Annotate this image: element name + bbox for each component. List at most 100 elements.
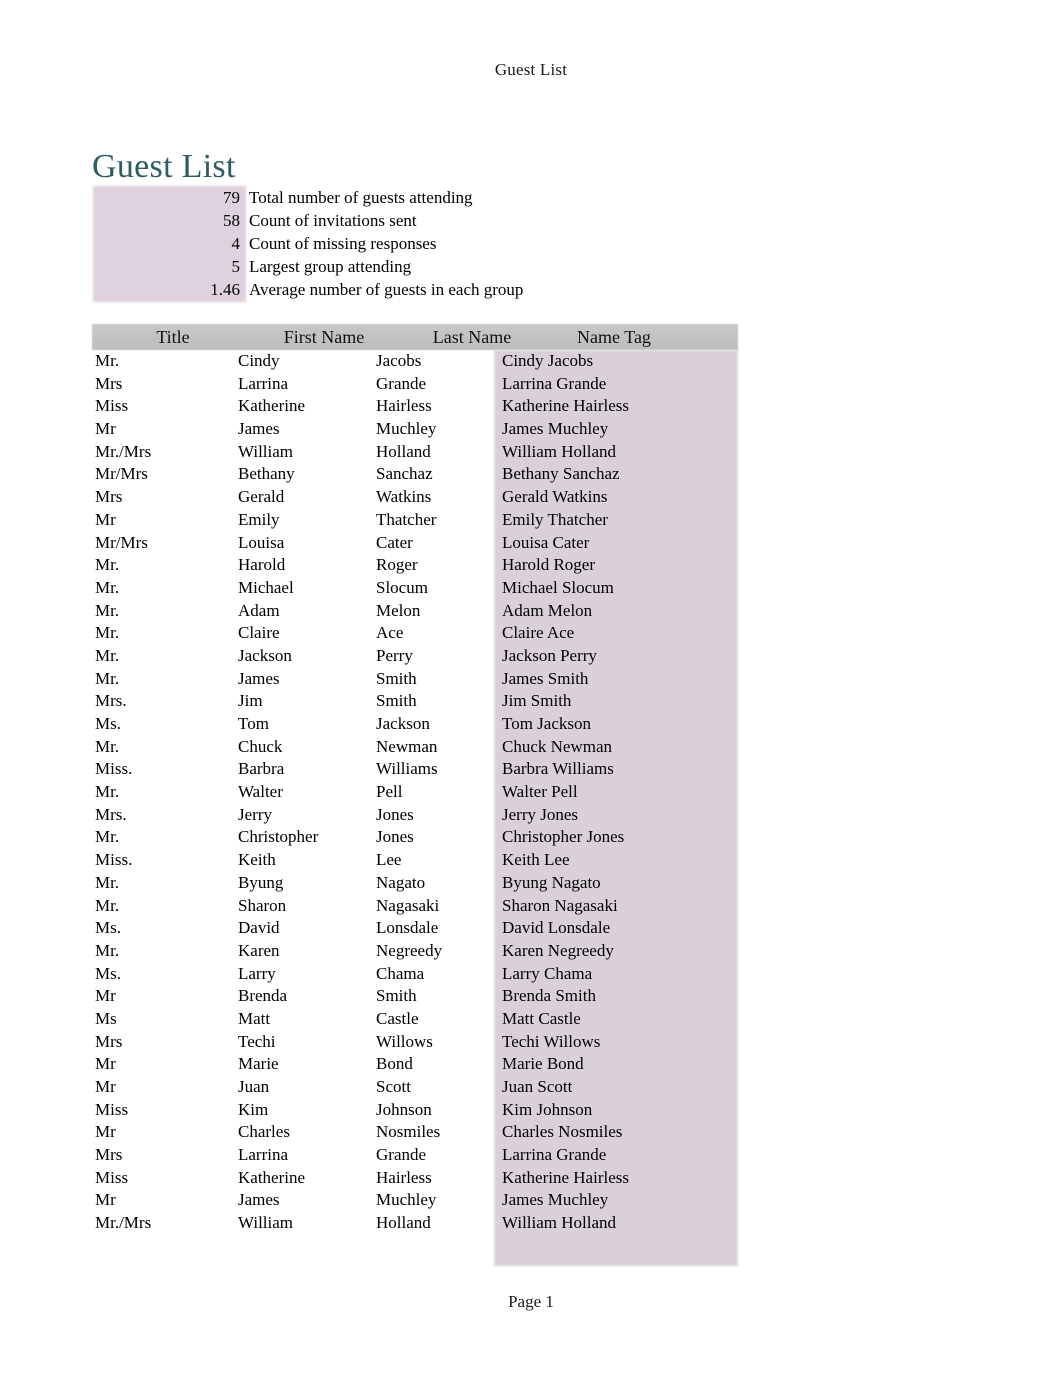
cell-nametag: Kim Johnson (502, 1099, 593, 1119)
column-header-first[interactable]: First Name (254, 324, 394, 350)
table-row[interactable]: Mr. Cindy Jacobs Cindy Jacobs (92, 350, 738, 373)
table-row[interactable]: Mr. Byung Nagato Byung Nagato (92, 872, 738, 895)
cell-last: Jackson (376, 714, 430, 733)
table-row[interactable]: Mr. Karen Negreedy Karen Negreedy (92, 940, 738, 963)
table-row[interactable]: Mr Emily Thatcher Emily Thatcher (92, 509, 738, 532)
cell-nametag: Charles Nosmiles (502, 1122, 623, 1142)
cell-last: Johnson (376, 1099, 432, 1119)
cell-last: Newman (376, 736, 438, 756)
cell-first: William (238, 1213, 294, 1233)
table-row[interactable]: Mr. Adam Melon Adam Melon (92, 600, 738, 623)
cell-first: Byung (238, 872, 284, 892)
table-row[interactable]: Mr./Mrs William Holland William Holland (92, 1212, 738, 1235)
running-header: Guest List (494, 60, 568, 79)
table-row[interactable]: Mrs Larrina Grande Larrina Grande (92, 373, 738, 396)
summary-row: 5 Largest group attending (93, 255, 741, 278)
document-page: Guest List Guest List 79 Total number of … (0, 0, 1062, 1377)
table-row[interactable]: Miss Kim Johnson Kim Johnson (92, 1099, 738, 1122)
table-row[interactable]: Miss. Barbra Williams Barbra Williams (92, 758, 738, 781)
summary-row: 79 Total number of guests attending (93, 186, 741, 209)
cell-nametag: Harold Roger (502, 555, 596, 575)
table-row[interactable]: Mrs. Jim Smith Jim Smith (92, 690, 738, 713)
cell-title: Mrs (95, 1031, 123, 1051)
cell-title: Mr (95, 509, 116, 529)
cell-nametag: Adam Melon (502, 600, 593, 620)
summary-value: 5 (231, 257, 241, 276)
cell-first: Keith (238, 850, 276, 870)
table-row[interactable]: Ms. Tom Jackson Tom Jackson (92, 713, 738, 736)
cell-title: Mrs (95, 373, 123, 393)
cell-nametag: Juan Scott (502, 1077, 573, 1096)
table-row[interactable]: Mrs Techi Willows Techi Willows (92, 1031, 738, 1054)
cell-last: Thatcher (376, 509, 437, 529)
table-row[interactable]: Ms. David Lonsdale David Lonsdale (92, 917, 738, 940)
cell-nametag: Katherine Hairless (502, 1167, 629, 1187)
table-row[interactable]: Mrs Larrina Grande Larrina Grande (92, 1144, 738, 1167)
cell-first: James (238, 668, 280, 688)
cell-first: Cindy (238, 351, 280, 370)
cell-last: Lonsdale (376, 918, 439, 938)
cell-last: Muchley (376, 1190, 437, 1210)
column-header-title[interactable]: Title (100, 324, 246, 350)
table-row[interactable]: Mr. Sharon Nagasaki Sharon Nagasaki (92, 895, 738, 918)
table-row[interactable]: Mr Marie Bond Marie Bond (92, 1053, 738, 1076)
cell-title: Mr. (95, 668, 120, 688)
cell-title: Mr. (95, 872, 120, 892)
cell-title: Mr (95, 419, 116, 439)
table-row[interactable]: Mr. Michael Slocum Michael Slocum (92, 577, 738, 600)
summary-row: 1.46 Average number of guests in each gro… (93, 278, 741, 301)
summary-label: Count of missing responses (249, 234, 437, 253)
table-row[interactable]: Miss Katherine Hairless Katherine Hairless (92, 1167, 738, 1190)
table-row[interactable]: Ms Matt Castle Matt Castle (92, 1008, 738, 1031)
cell-title: Mr (95, 1122, 116, 1142)
cell-title: Ms. (95, 963, 121, 983)
table-row[interactable]: Mr Charles Nosmiles Charles Nosmiles (92, 1121, 738, 1144)
cell-first: Jim (238, 691, 263, 711)
cell-nametag: Brenda Smith (502, 986, 596, 1006)
table-row[interactable]: Mrs Gerald Watkins Gerald Watkins (92, 486, 738, 509)
cell-first: Brenda (238, 986, 288, 1006)
table-row[interactable]: Mr. Chuck Newman Chuck Newman (92, 736, 738, 759)
table-row[interactable]: Mr. Jackson Perry Jackson Perry (92, 645, 738, 668)
summary-value: 58 (223, 211, 240, 230)
table-row[interactable]: Mr James Muchley James Muchley (92, 1189, 738, 1212)
table-row[interactable]: Mr. Walter Pell Walter Pell (92, 781, 738, 804)
cell-first: Katherine (238, 396, 306, 416)
cell-title: Mr (95, 1190, 116, 1210)
cell-title: Mr. (95, 577, 120, 597)
table-row[interactable]: Mr. James Smith James Smith (92, 668, 738, 691)
cell-nametag: Katherine Hairless (502, 396, 629, 416)
table-row[interactable]: Ms. Larry Chama Larry Chama (92, 963, 738, 986)
table-row[interactable]: Mr. Harold Roger Harold Roger (92, 554, 738, 577)
table-row[interactable]: Mrs. Jerry Jones Jerry Jones (92, 804, 738, 827)
cell-last: Bond (376, 1054, 413, 1074)
cell-title: Ms. (95, 918, 121, 938)
table-row[interactable]: Mr/Mrs Bethany Sanchaz Bethany Sanchaz (92, 463, 738, 486)
table-row[interactable]: Mr Brenda Smith Brenda Smith (92, 985, 738, 1008)
cell-first: James (238, 1190, 280, 1210)
cell-first: Louisa (238, 532, 285, 552)
cell-first: Jerry (238, 804, 272, 824)
cell-last: Smith (376, 668, 417, 688)
cell-title: Mr (95, 1077, 116, 1096)
table-row[interactable]: Mr/Mrs Louisa Cater Louisa Cater (92, 532, 738, 555)
table-row[interactable]: Mr James Muchley James Muchley (92, 418, 738, 441)
cell-title: Mr. (95, 895, 120, 915)
cell-nametag: Karen Negreedy (502, 940, 614, 960)
table-row[interactable]: Miss Katherine Hairless Katherine Hairless (92, 395, 738, 418)
table-row[interactable]: Miss. Keith Lee Keith Lee (92, 849, 738, 872)
cell-last: Grande (376, 1145, 427, 1165)
cell-last: Chama (376, 963, 425, 983)
table-row[interactable]: Mr Juan Scott Juan Scott (92, 1076, 738, 1099)
cell-last: Smith (376, 691, 417, 711)
table-row[interactable]: Mr./Mrs William Holland William Holland (92, 441, 738, 464)
cell-first: Barbra (238, 759, 285, 779)
table-row[interactable]: Mr. Christopher Jones Christopher Jones (92, 826, 738, 849)
cell-last: Hairless (376, 396, 432, 416)
cell-last: Muchley (376, 419, 437, 439)
cell-title: Mr. (95, 351, 120, 370)
cell-title: Mr/Mrs (95, 532, 148, 552)
column-header-nametag[interactable]: Name Tag (490, 324, 738, 350)
table-row[interactable]: Mr. Claire Ace Claire Ace (92, 622, 738, 645)
cell-title: Miss (95, 1167, 129, 1187)
